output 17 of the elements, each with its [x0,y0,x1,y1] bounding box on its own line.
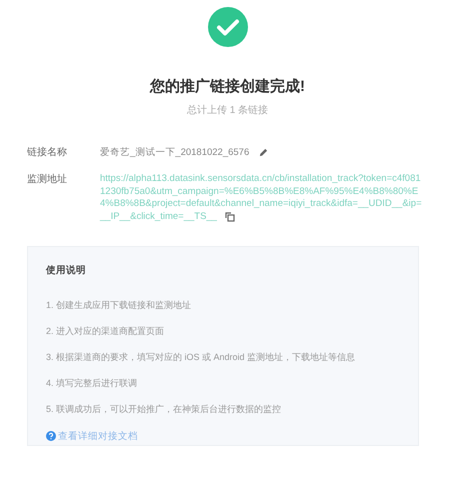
upload-count: 总计上传 1 条链接 [186,104,268,117]
field-label: 链接名称 [27,146,68,159]
field-label: 监测地址 [27,173,68,186]
edit-pencil-icon[interactable] [259,148,268,157]
docs-link[interactable]: 查看详细对接文档 [46,430,138,443]
instructions-heading: 使用说明 [46,264,87,277]
tracking-url: https://alpha113.datasink.sensorsdata.cn/cb/installation_track?token=c4f0811230fb75a0&utm_campaign=%E6%B5%8B%E8%AF%95%E4%B8%80%E4%B8%8B&project=default&channel_name=iqiyi_track&idfa=__UDID__&ip=__IP__&click_time=__TS__ [100,173,422,224]
instruction-step: 1. 创建生成应用下载链接和监测地址 [46,300,400,311]
instruction-step: 2. 进入对应的渠道商配置页面 [46,326,400,337]
help-icon [46,431,56,442]
instruction-step: 5. 联调成功后，可以开始推广，在神策后台进行数据的监控 [46,404,400,415]
instruction-step: 4. 填写完整后进行联调 [46,378,400,389]
success-title: 您的推广链接创建完成! [150,77,305,96]
copy-icon[interactable] [224,212,235,222]
link-name: 爱奇艺_测试一下_20181022_6576 [100,146,250,159]
instruction-step: 3. 根据渠道商的要求，填写对应的 iOS 或 Android 监测地址，下载地址等信息 [46,352,400,363]
success-check-icon [208,7,248,47]
